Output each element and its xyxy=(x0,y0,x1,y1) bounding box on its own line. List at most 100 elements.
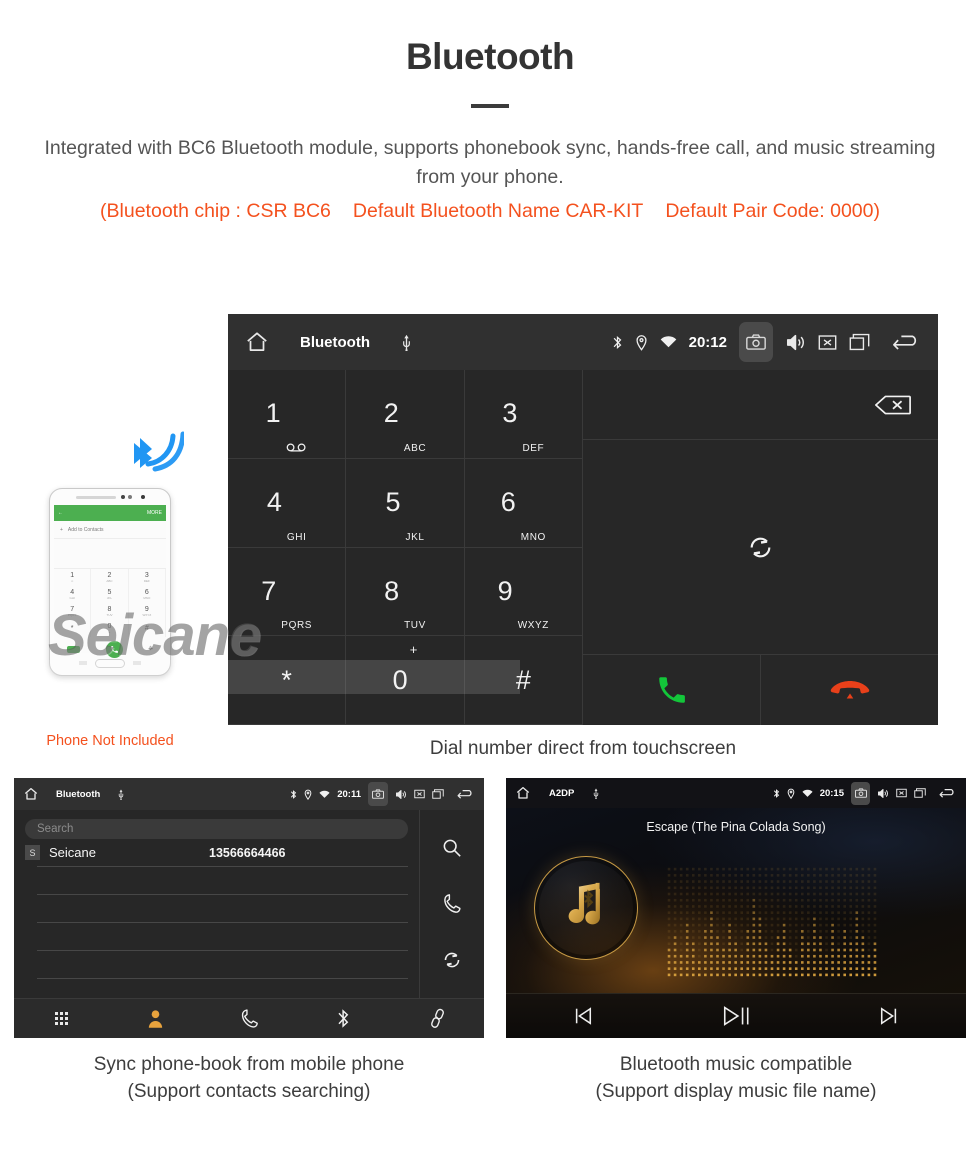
phone-key: 3 DEF xyxy=(129,569,166,586)
recents-icon[interactable] xyxy=(849,333,870,351)
key-3[interactable]: 3 DEF xyxy=(464,370,583,459)
hangup-button[interactable] xyxy=(761,655,938,725)
key-letters: JKL xyxy=(405,531,425,543)
phone-keypad-toggle-icon: ⎈ xyxy=(148,646,154,652)
phone-key: 5 JKL xyxy=(91,586,129,603)
list-item[interactable] xyxy=(37,923,408,951)
back-icon[interactable] xyxy=(892,332,922,352)
plus-icon: + xyxy=(60,526,63,533)
phone-key: 8 TUV xyxy=(91,603,129,620)
sync-icon[interactable] xyxy=(747,534,774,561)
key-2[interactable]: 2 ABC xyxy=(346,370,465,459)
phone-call-icon xyxy=(105,641,123,658)
dialer-clock: 20:12 xyxy=(688,333,727,351)
camera-icon[interactable] xyxy=(851,781,870,805)
spectrum-visualizer xyxy=(667,867,877,977)
call-icon[interactable] xyxy=(442,893,462,914)
sync-icon[interactable] xyxy=(442,950,462,970)
call-log-phone-icon xyxy=(240,1008,259,1029)
key-letters: WXYZ xyxy=(517,620,549,632)
next-track-button[interactable] xyxy=(813,1006,966,1026)
key-8[interactable]: 8 TUV xyxy=(346,547,465,637)
key-hash[interactable]: # xyxy=(464,636,583,725)
phonebook-status-bar: Bluetooth 20:11 xyxy=(14,778,484,810)
phone-key: 6 MNO xyxy=(129,586,166,603)
key-digit: * xyxy=(281,664,292,695)
phone-app-bar: ← MORE xyxy=(54,505,166,521)
dialpad-icon xyxy=(54,1012,68,1025)
phone-dial-actions: ⎈ xyxy=(54,637,166,662)
key-digit: 4 xyxy=(266,487,282,518)
camera-icon[interactable] xyxy=(368,782,388,806)
back-icon[interactable] xyxy=(457,788,475,800)
key-5[interactable]: 5 JKL xyxy=(346,458,465,548)
phonebook-title: Bluetooth xyxy=(56,788,101,800)
wifi-icon xyxy=(319,790,330,799)
recents-icon[interactable] xyxy=(432,789,444,799)
tab-bluetooth[interactable] xyxy=(296,1008,390,1029)
dialer-number-input[interactable] xyxy=(583,370,938,440)
list-item[interactable] xyxy=(37,895,408,923)
tab-dialpad[interactable] xyxy=(14,1012,108,1025)
intro-paragraph: Integrated with BC6 Bluetooth module, su… xyxy=(44,137,936,188)
location-icon xyxy=(304,789,312,800)
contact-row[interactable]: S Seicane 13566664466 xyxy=(25,839,408,867)
key-6[interactable]: 6 MNO xyxy=(464,458,583,548)
volume-icon[interactable] xyxy=(395,789,407,800)
head-unit-dialer-screen: Bluetooth 20:12 1 2 ABC 3 DEF 4 GHI 5 JK… xyxy=(228,314,938,725)
phonebook-caption-line1: Sync phone-book from mobile phone xyxy=(93,1054,405,1075)
list-item[interactable] xyxy=(37,867,408,895)
music-caption-line1: Bluetooth music compatible xyxy=(619,1054,853,1075)
music-note-bluetooth-icon xyxy=(557,879,615,937)
previous-track-button[interactable] xyxy=(506,1006,659,1026)
key-plus: + xyxy=(409,642,418,658)
location-icon xyxy=(635,334,648,351)
key-4[interactable]: 4 GHI xyxy=(228,458,347,548)
key-9[interactable]: 9 WXYZ xyxy=(464,547,583,637)
contacts-list: Search S Seicane 13566664466 xyxy=(14,810,420,998)
play-pause-button[interactable] xyxy=(659,1004,812,1028)
key-7[interactable]: 7 PQRS xyxy=(228,547,347,637)
page-title: Bluetooth xyxy=(405,36,575,77)
phone-earpiece xyxy=(75,495,116,499)
head-unit-music-screen: A2DP 20:15 Escape (The Pina Colada Song) xyxy=(506,778,966,1038)
usb-icon xyxy=(592,788,600,799)
phone-screen: ← MORE + Add to Contacts 1 ∞ 2 ABC 3 DEF 4G… xyxy=(54,505,166,658)
phonebook-side-actions xyxy=(420,810,484,998)
backspace-icon[interactable] xyxy=(874,394,912,416)
call-button[interactable] xyxy=(583,655,761,725)
recents-icon[interactable] xyxy=(914,788,926,798)
close-box-icon[interactable] xyxy=(818,334,837,351)
dialer-sync-area xyxy=(583,440,938,655)
dialer-call-actions xyxy=(583,655,938,725)
volume-icon[interactable] xyxy=(877,788,889,799)
tab-pair-link[interactable] xyxy=(390,1008,484,1029)
close-box-icon[interactable] xyxy=(896,788,907,798)
volume-icon[interactable] xyxy=(785,333,806,352)
dialer-title: Bluetooth xyxy=(300,333,370,351)
home-icon[interactable] xyxy=(244,329,270,355)
search-input[interactable]: Search xyxy=(25,819,408,839)
key-1[interactable]: 1 xyxy=(228,370,347,459)
usb-icon xyxy=(117,789,125,800)
tab-call-log[interactable] xyxy=(202,1008,296,1029)
music-stage: Escape (The Pina Colada Song) xyxy=(506,808,966,993)
key-digit: 5 xyxy=(385,487,401,518)
home-icon[interactable] xyxy=(23,786,39,802)
camera-icon[interactable] xyxy=(739,322,773,362)
bluetooth-icon xyxy=(290,789,297,800)
list-item[interactable] xyxy=(37,951,408,979)
music-caption: Bluetooth music compatible (Support disp… xyxy=(506,1051,966,1105)
key-star[interactable]: * xyxy=(228,636,347,725)
phone-key: 7 PQRS xyxy=(54,603,92,620)
phonebook-caption-line2: (Support contacts searching) xyxy=(127,1081,371,1102)
close-box-icon[interactable] xyxy=(414,789,425,799)
back-icon[interactable] xyxy=(939,787,957,799)
location-icon xyxy=(787,788,795,799)
home-icon[interactable] xyxy=(515,785,531,801)
search-icon[interactable] xyxy=(442,838,462,858)
phone-key: 1 ∞ xyxy=(54,569,92,586)
tab-contacts[interactable] xyxy=(108,1009,202,1028)
key-0[interactable]: 0 + xyxy=(346,636,465,725)
bluetooth-icon xyxy=(773,788,780,799)
